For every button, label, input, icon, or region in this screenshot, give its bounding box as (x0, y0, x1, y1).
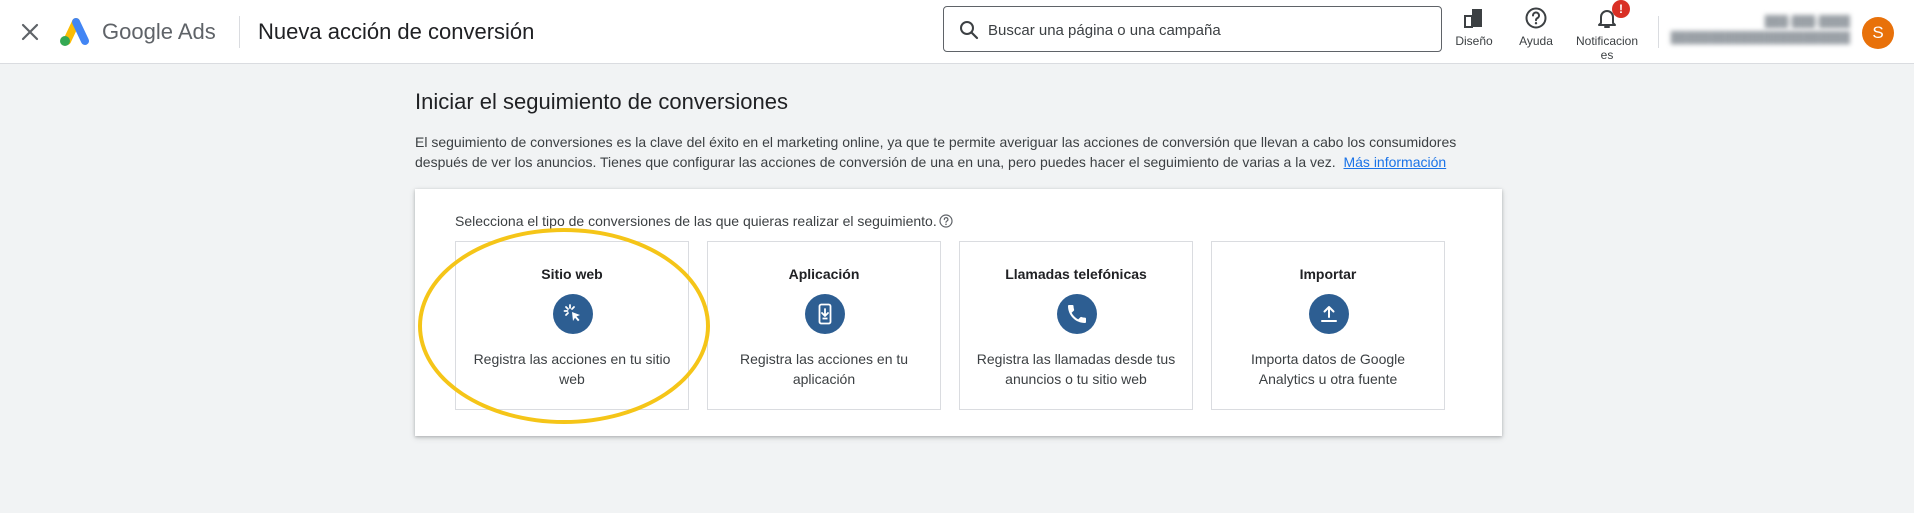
prompt-text: Selecciona el tipo de conversiones de la… (455, 213, 937, 229)
help-label: Ayuda (1519, 34, 1553, 48)
section-description: El seguimiento de conversiones es la cla… (415, 132, 1505, 172)
search-icon (958, 19, 980, 41)
card-app[interactable]: Aplicación Registra las acciones en tu a… (707, 241, 941, 410)
card-title: Sitio web (541, 266, 603, 282)
page-title: Nueva acción de conversión (258, 19, 535, 44)
help-circle-icon[interactable] (939, 214, 953, 231)
card-description: Registra las llamadas desde tus anuncios… (976, 351, 1176, 387)
card-description: Registra las acciones en tu aplicación (739, 351, 909, 387)
conversion-type-panel: Selecciona el tipo de conversiones de la… (415, 189, 1502, 436)
card-description: Registra las acciones en tu sitio web (473, 351, 671, 387)
close-icon[interactable] (18, 20, 42, 44)
account-info[interactable]: ███-███-████ ███████████████████████ (1666, 14, 1850, 46)
header-divider-right (1658, 16, 1659, 48)
notifications-label: Notificacion es (1575, 34, 1639, 62)
search-input[interactable] (986, 11, 1430, 49)
avatar[interactable]: S (1862, 17, 1894, 49)
google-ads-logo-icon (56, 14, 92, 48)
header-divider (239, 16, 240, 48)
description-text: El seguimiento de conversiones es la cla… (415, 134, 1457, 170)
account-email-redacted: ███████████████████████ (1670, 32, 1850, 44)
card-description: Importa datos de Google Analytics u otra… (1250, 351, 1406, 387)
help-button[interactable]: Ayuda (1512, 6, 1560, 48)
brand-name: Google Ads (102, 19, 216, 44)
card-title: Importar (1299, 266, 1357, 282)
top-app-bar: Google Ads Nueva acción de conversión Di… (0, 0, 1914, 64)
help-icon (1525, 7, 1547, 29)
upload-icon (1309, 294, 1349, 334)
cursor-click-icon (553, 294, 593, 334)
card-import[interactable]: Importar Importa datos de Google Analyti… (1211, 241, 1445, 410)
design-icon (1464, 9, 1482, 28)
conversion-type-prompt: Selecciona el tipo de conversiones de la… (455, 213, 953, 231)
section-heading: Iniciar el seguimiento de conversiones (415, 89, 788, 114)
card-title: Llamadas telefónicas (1005, 266, 1147, 282)
learn-more-link[interactable]: Más información (1343, 154, 1446, 170)
card-title: Aplicación (788, 266, 860, 282)
notification-badge: ! (1612, 0, 1630, 18)
phone-download-icon (805, 294, 845, 334)
design-button[interactable]: Diseño (1450, 6, 1498, 48)
card-website[interactable]: Sitio web Registra las acciones en tu si… (455, 241, 689, 410)
search-box[interactable] (943, 6, 1442, 52)
phone-call-icon (1057, 294, 1097, 334)
account-id-redacted: ███-███-████ (1764, 16, 1850, 28)
notifications-button[interactable]: ! Notificacion es (1570, 0, 1644, 62)
card-phone-calls[interactable]: Llamadas telefónicas Registra las llamad… (959, 241, 1193, 410)
design-label: Diseño (1455, 34, 1493, 48)
